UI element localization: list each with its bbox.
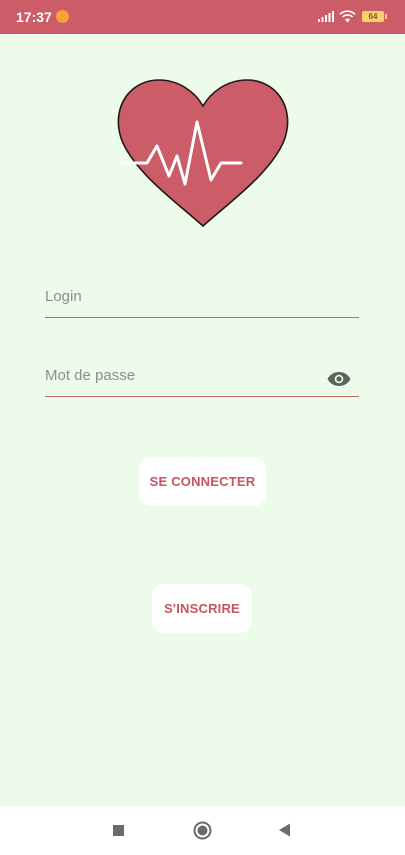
heart-pulse-icon [117,79,289,228]
navigation-bar [0,806,405,855]
login-button[interactable]: SE CONNECTER [139,457,266,506]
battery-icon: 64 [362,11,387,22]
wifi-icon [339,10,356,23]
notification-icon [56,10,69,23]
login-input[interactable] [45,288,315,305]
register-button[interactable]: S'INSCRIRE [152,584,252,633]
status-bar: 17:37 64 [0,0,405,34]
status-time: 17:37 [16,9,52,25]
login-field[interactable] [45,282,359,318]
recent-apps-icon[interactable] [113,825,124,836]
password-field[interactable] [45,361,359,397]
back-icon[interactable] [278,823,291,837]
signal-icon [318,11,334,22]
eye-icon[interactable] [327,371,351,387]
home-icon[interactable] [193,821,212,840]
password-input[interactable] [45,367,315,384]
